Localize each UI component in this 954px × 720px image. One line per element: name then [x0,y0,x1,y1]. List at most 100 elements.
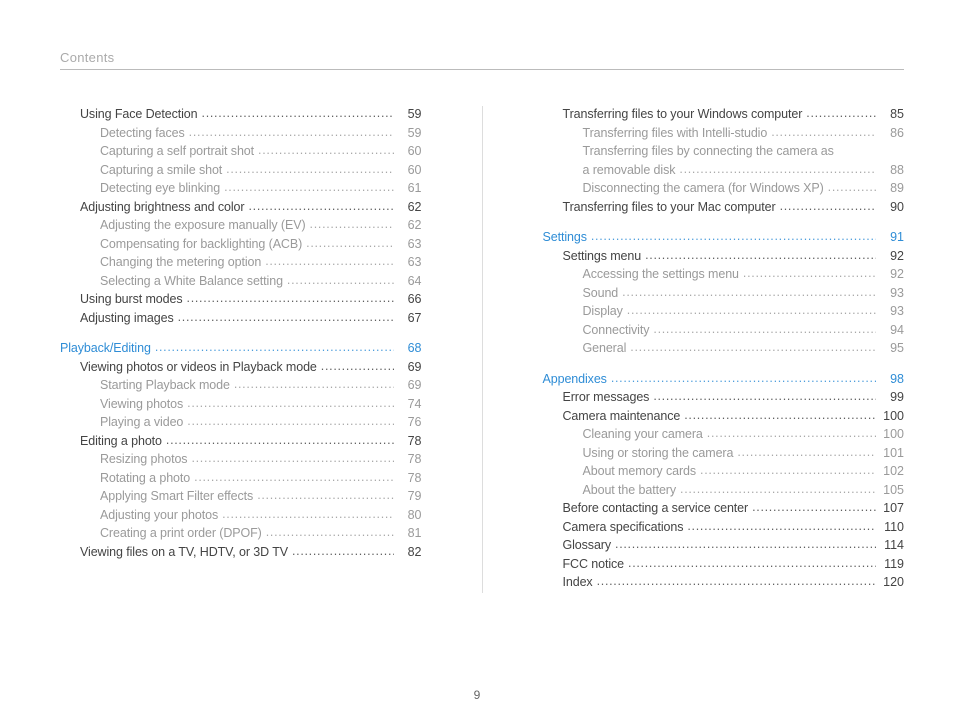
toc-entry-label: Adjusting brightness and color [80,199,248,215]
toc-entry: Using burst modes66 [60,291,422,307]
toc-entry-page: 59 [394,106,422,122]
toc-leader [292,547,394,560]
toc-leader [265,258,393,271]
toc-entry-label: Capturing a smile shot [100,162,226,178]
toc-leader [187,399,393,412]
toc-leader [191,455,393,468]
toc-entry: Playing a video76 [60,414,422,430]
toc-entry-page: 94 [876,322,904,338]
toc-entry-label: Using burst modes [80,291,187,307]
toc-entry: Transferring files with Intelli-studio86 [543,125,905,141]
toc-entry: Cleaning your camera100 [543,426,905,442]
toc-entry-page: 93 [876,285,904,301]
toc-entry-page: 88 [876,162,904,178]
toc-leader [627,307,876,320]
toc-entry-label: Viewing files on a TV, HDTV, or 3D TV [80,544,292,560]
toc-entry-page: 68 [394,340,422,356]
toc-leader [178,313,394,326]
toc-entry-page: 78 [394,470,422,486]
toc-entry-page: 95 [876,340,904,356]
toc-leader [780,202,876,215]
toc-entry-label: Selecting a White Balance setting [100,273,287,289]
toc-entry: Index120 [543,574,905,590]
toc-entry: Accessing the settings menu92 [543,266,905,282]
toc-entry: Sound 93 [543,285,905,301]
toc-entry: Transferring files to your Mac computer9… [543,199,905,215]
toc-entry-label: Settings [543,229,591,245]
toc-leader [189,128,394,141]
toc-entry-page: 119 [876,556,904,572]
toc-entry-page: 82 [394,544,422,560]
toc-entry-label: Camera specifications [563,519,688,535]
toc-entry: Detecting faces 59 [60,125,422,141]
toc-entry: FCC notice 119 [543,556,905,572]
toc-leader [187,418,393,431]
page-number: 9 [0,688,954,702]
toc-entry-label: Camera maintenance [563,408,685,424]
toc-entry-label: Applying Smart Filter effects [100,488,257,504]
toc-entry: Editing a photo78 [60,433,422,449]
toc-entry-label: Using or storing the camera [583,445,738,461]
toc-entry-page: 100 [876,426,904,442]
toc-entry-label: Creating a print order (DPOF) [100,525,266,541]
toc-leader [248,202,393,215]
toc-leader [743,270,876,283]
toc-entry-page: 110 [876,519,904,535]
toc-leader [628,559,876,572]
toc-entry-page: 89 [876,180,904,196]
toc-entry-label: Viewing photos [100,396,187,412]
toc-entry: Selecting a White Balance setting64 [60,273,422,289]
toc-entry-page: 59 [394,125,422,141]
toc-leader [687,522,876,535]
toc-leader [700,467,876,480]
toc-leader [752,504,876,517]
toc-entry-label: Error messages [563,389,654,405]
toc-entry: Appendixes98 [543,371,905,387]
toc-entry-label: Sound [583,285,623,301]
toc-entry-label: Rotating a photo [100,470,194,486]
toc-entry: Before contacting a service center107 [543,500,905,516]
toc-entry-page: 67 [394,310,422,326]
toc-entry-label: FCC notice [563,556,629,572]
toc-entry: Adjusting the exposure manually (EV)62 [60,217,422,233]
toc-entry-page: 102 [876,463,904,479]
toc-entry-page: 85 [876,106,904,122]
toc-entry-label: Index [563,574,597,590]
toc-entry-label: About the battery [583,482,681,498]
toc-entry-label: Using Face Detection [80,106,202,122]
toc-leader [226,165,393,178]
toc-entry-label: About memory cards [583,463,701,479]
toc-leader [615,541,876,554]
toc-entry-label: Capturing a self portrait shot [100,143,258,159]
toc-leader [166,436,394,449]
toc-entry: Adjusting brightness and color62 [60,199,422,215]
toc-leader [680,485,876,498]
toc-entry: Using Face Detection 59 [60,106,422,122]
toc-entry: Detecting eye blinking61 [60,180,422,196]
toc-entry: a removable disk88 [543,162,905,178]
toc-entry-page: 81 [394,525,422,541]
entry-spacer [60,328,422,340]
column-divider [482,106,483,593]
toc-entry-label: Detecting faces [100,125,189,141]
toc-entry: Viewing files on a TV, HDTV, or 3D TV 82 [60,544,422,560]
toc-entry-label: Viewing photos or videos in Playback mod… [80,359,321,375]
toc-entry-page: 69 [394,377,422,393]
toc-entry: Camera maintenance 100 [543,408,905,424]
toc-entry-page: 91 [876,229,904,245]
toc-entry: Compensating for backlighting (ACB)63 [60,236,422,252]
toc-entry-label: Appendixes [543,371,611,387]
toc-leader [257,492,393,505]
toc-leader [266,529,394,542]
toc-entry-page: 100 [876,408,904,424]
toc-leader [806,110,876,123]
toc-entry-page: 63 [394,254,422,270]
toc-leader [224,184,393,197]
toc-entry: Resizing photos78 [60,451,422,467]
toc-entry-page: 79 [394,488,422,504]
toc-entry-label: Transferring files by connecting the cam… [583,143,838,159]
page-header: Contents [60,50,904,70]
toc-entry: Starting Playback mode69 [60,377,422,393]
toc-leader [222,510,393,523]
toc-leader [591,233,876,246]
